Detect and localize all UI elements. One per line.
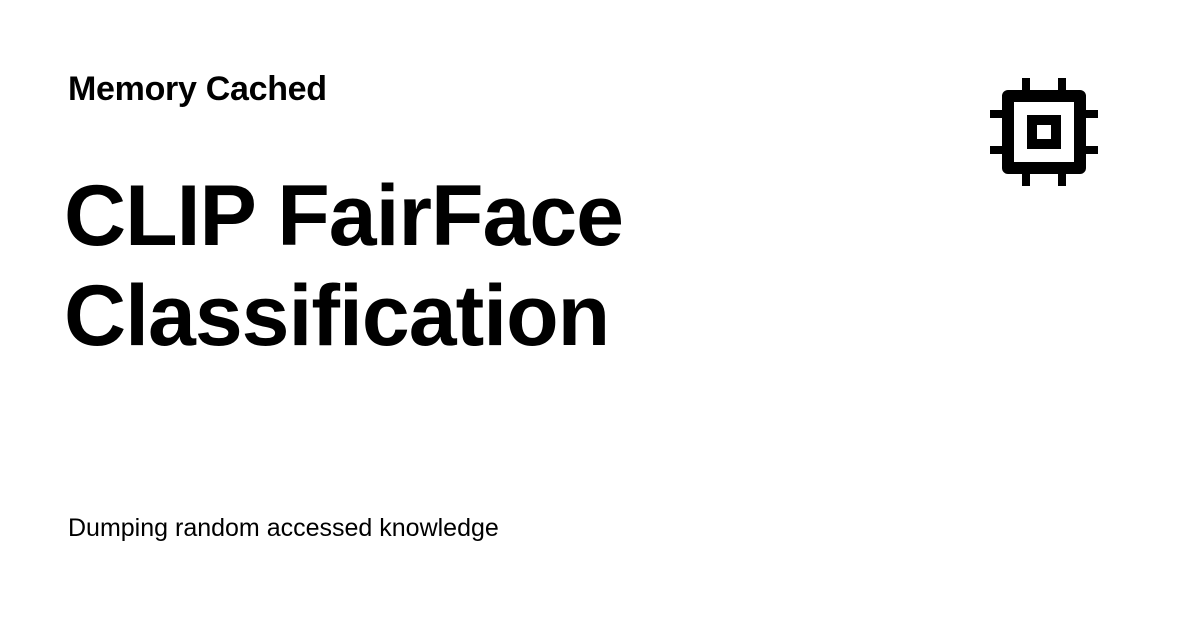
chip-icon bbox=[990, 78, 1098, 186]
site-name: Memory Cached bbox=[68, 70, 327, 108]
post-title: CLIP FairFace Classification bbox=[64, 168, 624, 364]
site-tagline: Dumping random accessed knowledge bbox=[68, 514, 499, 542]
social-card: Memory Cached CLIP FairFace Classificati… bbox=[0, 0, 1200, 630]
